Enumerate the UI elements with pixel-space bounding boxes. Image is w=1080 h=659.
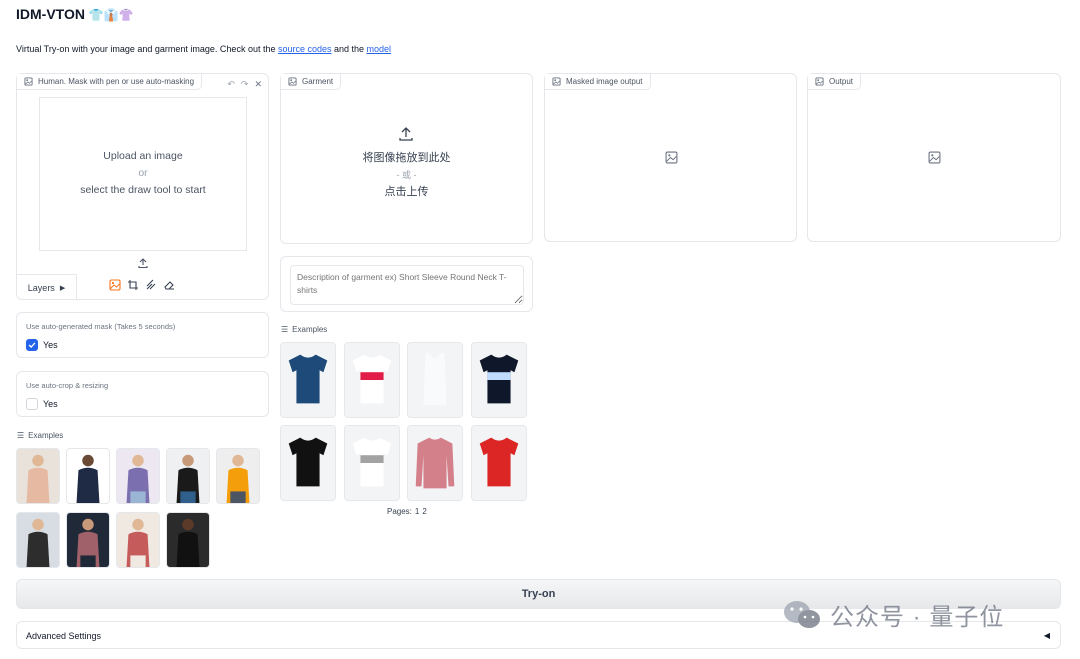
human-example-thumb[interactable]	[166, 512, 210, 568]
brush-icon[interactable]	[145, 279, 157, 291]
human-example-thumb[interactable]	[16, 448, 60, 504]
title-emoji: 👕👔👚	[88, 8, 134, 22]
human-example-thumb[interactable]	[16, 512, 60, 568]
upload-icon[interactable]	[137, 257, 149, 269]
crop-icon[interactable]	[127, 279, 139, 291]
masked-panel-label: Masked image output	[545, 74, 651, 90]
image-icon	[815, 77, 824, 86]
human-example-thumb[interactable]	[66, 512, 110, 568]
human-example-thumb[interactable]	[116, 448, 160, 504]
advanced-settings-label: Advanced Settings	[26, 631, 102, 641]
click-upload-prompt: 点击上传	[384, 186, 429, 198]
human-panel-label-text: Human. Mask with pen or use auto-masking	[38, 77, 195, 86]
garment-example-thumb[interactable]	[280, 425, 336, 501]
image-upload-tool-icon[interactable]	[109, 279, 121, 291]
subtitle-and: and the	[331, 44, 367, 54]
draw-tool-prompt: select the draw tool to start	[80, 184, 206, 196]
output-panel-label: Output	[808, 74, 862, 90]
image-placeholder-icon	[928, 151, 941, 164]
output-panel-label-text: Output	[829, 77, 854, 86]
masked-image-output: Masked image output	[544, 73, 797, 242]
watermark-text: 公众号 · 量子位	[830, 604, 1005, 631]
layers-label: Layers	[27, 282, 55, 293]
page-1-link[interactable]: 1	[415, 507, 419, 516]
upload-icon	[399, 127, 413, 141]
page-2-link[interactable]: 2	[422, 507, 426, 516]
garment-example-thumb[interactable]	[407, 425, 463, 501]
garment-examples-label: ☰ Examples	[281, 325, 327, 334]
garment-example-thumb[interactable]	[280, 342, 336, 418]
page-title: IDM-VTON 👕👔👚	[16, 6, 134, 22]
auto-crop-option: Yes	[43, 399, 58, 409]
list-icon: ☰	[281, 325, 289, 334]
auto-crop-label: Use auto-crop & resizing	[26, 381, 109, 390]
model-link[interactable]: model	[367, 44, 392, 54]
garment-description-block	[280, 256, 533, 312]
editor-toolbar: ↶ ↷ ✕	[227, 79, 262, 90]
layers-button[interactable]: Layers ▶	[17, 274, 77, 300]
auto-mask-label: Use auto-generated mask (Takes 5 seconds…	[26, 322, 176, 331]
undo-icon[interactable]: ↶	[227, 79, 235, 90]
watermark: 公众号 · 量子位	[782, 597, 1004, 632]
human-example-thumb[interactable]	[66, 448, 110, 504]
garment-description-input[interactable]	[290, 265, 524, 305]
wechat-icon	[784, 600, 820, 628]
close-icon[interactable]: ✕	[254, 79, 262, 90]
garment-panel-label-text: Garment	[302, 77, 334, 86]
source-codes-link[interactable]: source codes	[278, 44, 332, 54]
auto-crop-block: Use auto-crop & resizing Yes	[16, 371, 269, 417]
human-example-thumb[interactable]	[116, 512, 160, 568]
drop-prompt: 将图像拖放到此处	[362, 152, 451, 164]
garment-example-thumb[interactable]	[471, 425, 527, 501]
checkmark-icon	[28, 342, 36, 349]
garment-panel-label: Garment	[281, 74, 342, 90]
garment-example-thumb[interactable]	[344, 425, 400, 501]
auto-crop-checkbox[interactable]	[26, 398, 38, 410]
caret-right-icon: ▶	[59, 284, 66, 292]
canvas-area[interactable]: Upload an image or select the draw tool …	[39, 97, 247, 251]
drop-or: - 或 -	[396, 170, 417, 180]
pages-label: Pages:	[387, 507, 412, 516]
human-example-thumb[interactable]	[216, 448, 260, 504]
upload-prompt: Upload an image	[103, 150, 183, 162]
human-panel-label: Human. Mask with pen or use auto-masking	[17, 74, 203, 90]
eraser-icon[interactable]	[163, 279, 175, 291]
redo-icon[interactable]: ↷	[241, 79, 249, 90]
app-title: IDM-VTON	[16, 6, 85, 22]
auto-mask-checkbox[interactable]	[26, 339, 38, 351]
human-examples-label: ☰ Examples	[17, 431, 63, 440]
image-icon	[24, 77, 33, 86]
list-icon: ☰	[17, 431, 25, 440]
upload-or: or	[138, 167, 148, 179]
image-icon	[288, 77, 297, 86]
output-image: Output	[807, 73, 1061, 242]
human-example-thumb[interactable]	[166, 448, 210, 504]
garment-upload[interactable]: Garment 将图像拖放到此处 - 或 - 点击上传	[280, 73, 533, 244]
garment-example-thumb[interactable]	[407, 342, 463, 418]
page-subtitle: Virtual Try-on with your image and garme…	[16, 44, 391, 54]
human-examples-label-text: Examples	[28, 431, 64, 440]
masked-panel-label-text: Masked image output	[566, 77, 643, 86]
pagination: Pages: 1 2	[387, 507, 427, 516]
draw-tools	[109, 279, 175, 291]
subtitle-text: Virtual Try-on with your image and garme…	[16, 44, 278, 54]
image-placeholder-icon	[665, 151, 678, 164]
image-icon	[552, 77, 561, 86]
auto-mask-block: Use auto-generated mask (Takes 5 seconds…	[16, 312, 269, 358]
human-image-editor: Human. Mask with pen or use auto-masking…	[16, 73, 269, 300]
auto-mask-option: Yes	[43, 340, 58, 350]
collapse-arrow-icon: ◀	[1043, 631, 1050, 640]
garment-examples-label-text: Examples	[292, 325, 328, 334]
garment-example-thumb[interactable]	[471, 342, 527, 418]
garment-example-thumb[interactable]	[344, 342, 400, 418]
